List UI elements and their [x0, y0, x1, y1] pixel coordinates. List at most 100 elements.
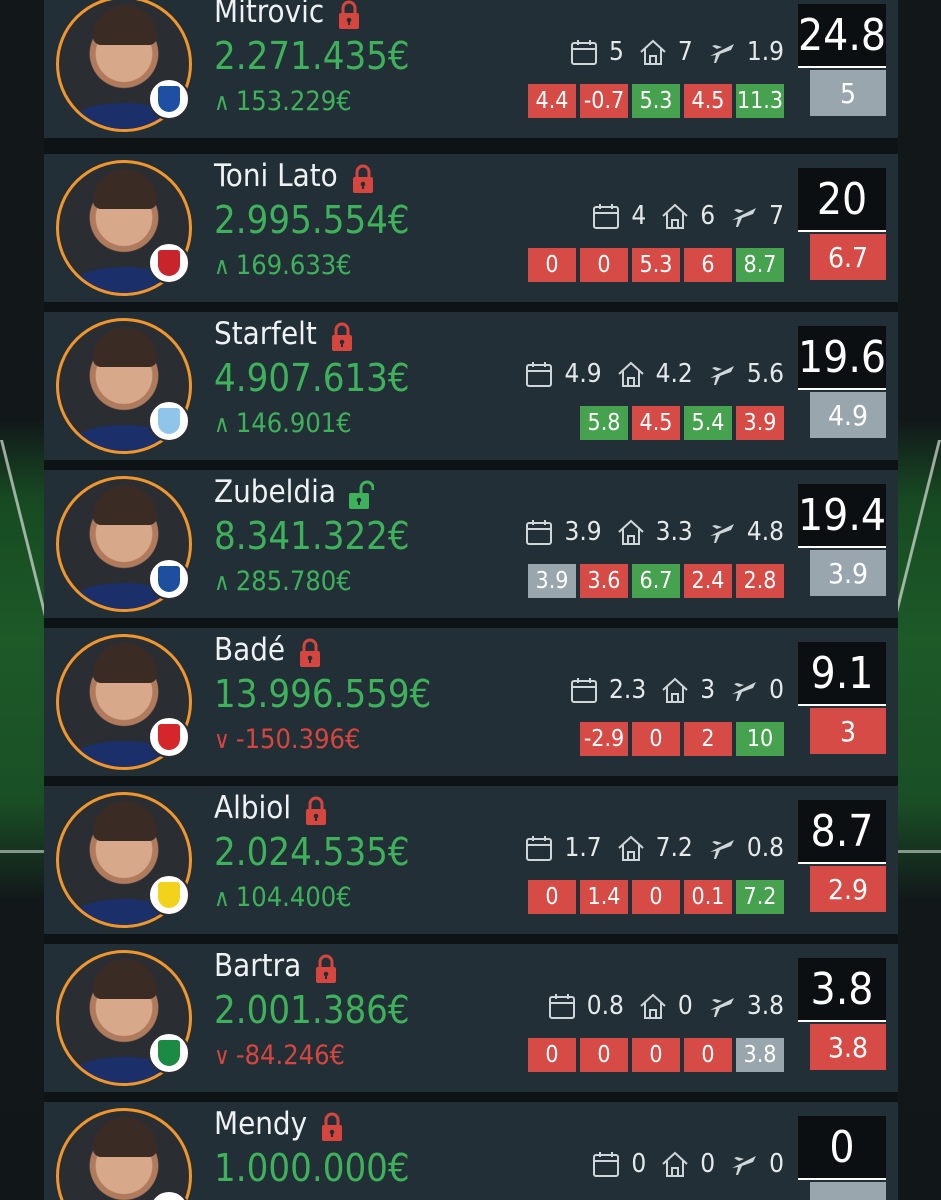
calendar-icon [524, 833, 554, 863]
stat-home: 4.2 [655, 359, 693, 389]
player-card[interactable]: Albiol 2.024.535€ ∧ 104.400€ 1.7 7.2 0.8 0 1.4 0 0… [44, 786, 898, 934]
points-averages: 3.9 3.3 4.8 [524, 514, 784, 550]
player-card[interactable]: Mitrovic 2.271.435€ ∧ 153.229€ 5 7 1.9 4.4 -0.7 5… [44, 0, 898, 138]
points-averages: 0.8 0 3.8 [547, 988, 784, 1024]
value-change-amount: -150.396€ [235, 724, 361, 755]
calendar-icon [591, 201, 621, 231]
recent-score-badge: 4.5 [632, 406, 680, 440]
calendar-icon [569, 37, 599, 67]
home-icon [638, 991, 668, 1021]
club-crest-shape [158, 566, 180, 592]
market-value: 2.271.435€ [214, 34, 410, 78]
home-icon [660, 675, 690, 705]
home-icon [616, 833, 646, 863]
padlock-icon[interactable] [319, 1112, 345, 1142]
recent-score-badge: 11.3 [736, 84, 784, 118]
club-crest-shape [158, 408, 180, 434]
player-card[interactable]: Zubeldia 8.341.322€ ∧ 285.780€ 3.9 3.3 4.8 3.9 3… [44, 470, 898, 618]
stat-average: 2.3 [609, 675, 647, 705]
points-averages: 1.7 7.2 0.8 [524, 830, 784, 866]
recent-score-badge: 0 [528, 880, 576, 914]
padlock-icon[interactable] [348, 480, 375, 510]
player-card[interactable]: Starfelt 4.907.613€ ∧ 146.901€ 4.9 4.2 5.6 5.8 4… [44, 312, 898, 460]
calendar-icon [524, 359, 554, 389]
stat-away: 3.8 [746, 991, 784, 1021]
recent-score-badge: 6 [684, 248, 732, 282]
player-name[interactable]: Starfelt [214, 316, 317, 352]
recent-scores: 0 0 5.3 6 8.7 [528, 248, 784, 282]
player-name[interactable]: Badé [214, 632, 285, 668]
total-points: 3.8 [798, 958, 886, 1022]
points-averages: 0 0 0 [591, 1146, 784, 1182]
stat-home: 3 [700, 675, 716, 705]
club-crest-icon [148, 874, 190, 916]
club-crest-shape [158, 882, 180, 908]
home-icon [616, 517, 646, 547]
total-points: 19.6 [798, 326, 886, 390]
points-averages: 4 6 7 [591, 198, 784, 234]
last-points: 6.7 [810, 234, 886, 280]
total-points: 0 [798, 1116, 886, 1180]
avatar-hair [93, 327, 157, 367]
value-change-amount: 169.633€ [235, 250, 352, 281]
value-change: ∨ -150.396€ [214, 724, 360, 755]
padlock-icon[interactable] [329, 322, 355, 352]
market-value: 8.341.322€ [214, 514, 410, 558]
player-name[interactable]: Toni Lato [214, 158, 338, 194]
last-points: 3.9 [810, 550, 886, 596]
market-value: 1.000.000€ [214, 1146, 410, 1190]
padlock-icon[interactable] [303, 796, 329, 826]
total-points: 19.4 [798, 484, 886, 548]
avatar-hair [93, 485, 157, 525]
home-icon [616, 359, 646, 389]
padlock-icon[interactable] [350, 164, 376, 194]
stat-home: 7 [677, 37, 693, 67]
last-points: 5 [810, 70, 886, 116]
recent-scores: 4.4 -0.7 5.3 4.5 11.3 [528, 84, 784, 118]
player-card[interactable]: Badé 13.996.559€ ∨ -150.396€ 2.3 3 0 -2.9 0 2 10 9.… [44, 628, 898, 776]
stat-home: 3.3 [655, 517, 693, 547]
total-points: 24.8 [798, 4, 886, 68]
points-averages: 2.3 3 0 [569, 672, 784, 708]
avatar-hair [93, 643, 157, 683]
recent-score-badge: 0 [528, 1038, 576, 1072]
player-card[interactable]: Mendy 1.000.000€ 0 0 0 0 [44, 1102, 898, 1200]
recent-scores: 5.8 4.5 5.4 3.9 [580, 406, 784, 440]
stat-home: 0 [700, 1149, 716, 1179]
plane-icon [729, 1149, 759, 1179]
stat-away: 1.9 [746, 37, 784, 67]
player-name[interactable]: Zubeldia [214, 474, 336, 510]
padlock-icon[interactable] [313, 954, 339, 984]
club-crest-icon [148, 242, 190, 284]
avatar-hair [93, 5, 157, 45]
padlock-icon[interactable] [336, 0, 362, 30]
stat-away: 0 [769, 675, 784, 705]
recent-score-badge: -0.7 [580, 84, 628, 118]
value-change-amount: 104.400€ [235, 882, 352, 913]
recent-score-badge: 5.3 [632, 248, 680, 282]
player-card[interactable]: Toni Lato 2.995.554€ ∧ 169.633€ 4 6 7 0 0 5.3 6 8.7… [44, 154, 898, 302]
player-name[interactable]: Mitrovic [214, 0, 324, 30]
calendar-icon [547, 991, 577, 1021]
value-change: ∧ 146.901€ [214, 408, 352, 439]
stat-home: 6 [700, 201, 716, 231]
value-change: ∧ 169.633€ [214, 250, 352, 281]
recent-score-badge: 3.9 [528, 564, 576, 598]
player-name[interactable]: Bartra [214, 948, 301, 984]
recent-score-badge: 5.4 [684, 406, 732, 440]
padlock-icon[interactable] [297, 638, 323, 668]
player-name[interactable]: Mendy [214, 1106, 307, 1142]
calendar-icon [569, 675, 599, 705]
stat-home: 7.2 [655, 833, 693, 863]
calendar-icon [524, 517, 554, 547]
home-icon [660, 201, 690, 231]
recent-score-badge: 3.9 [736, 406, 784, 440]
player-name[interactable]: Albiol [214, 790, 291, 826]
stat-average: 0.8 [586, 991, 624, 1021]
player-card[interactable]: Bartra 2.001.386€ ∨ -84.246€ 0.8 0 3.8 0 0 0 0 3.8 3… [44, 944, 898, 1092]
recent-score-badge: 4.5 [684, 84, 732, 118]
stat-away: 0.8 [746, 833, 784, 863]
value-change-amount: -84.246€ [235, 1040, 345, 1071]
value-change: ∧ 285.780€ [214, 566, 352, 597]
recent-score-badge: 8.7 [736, 248, 784, 282]
